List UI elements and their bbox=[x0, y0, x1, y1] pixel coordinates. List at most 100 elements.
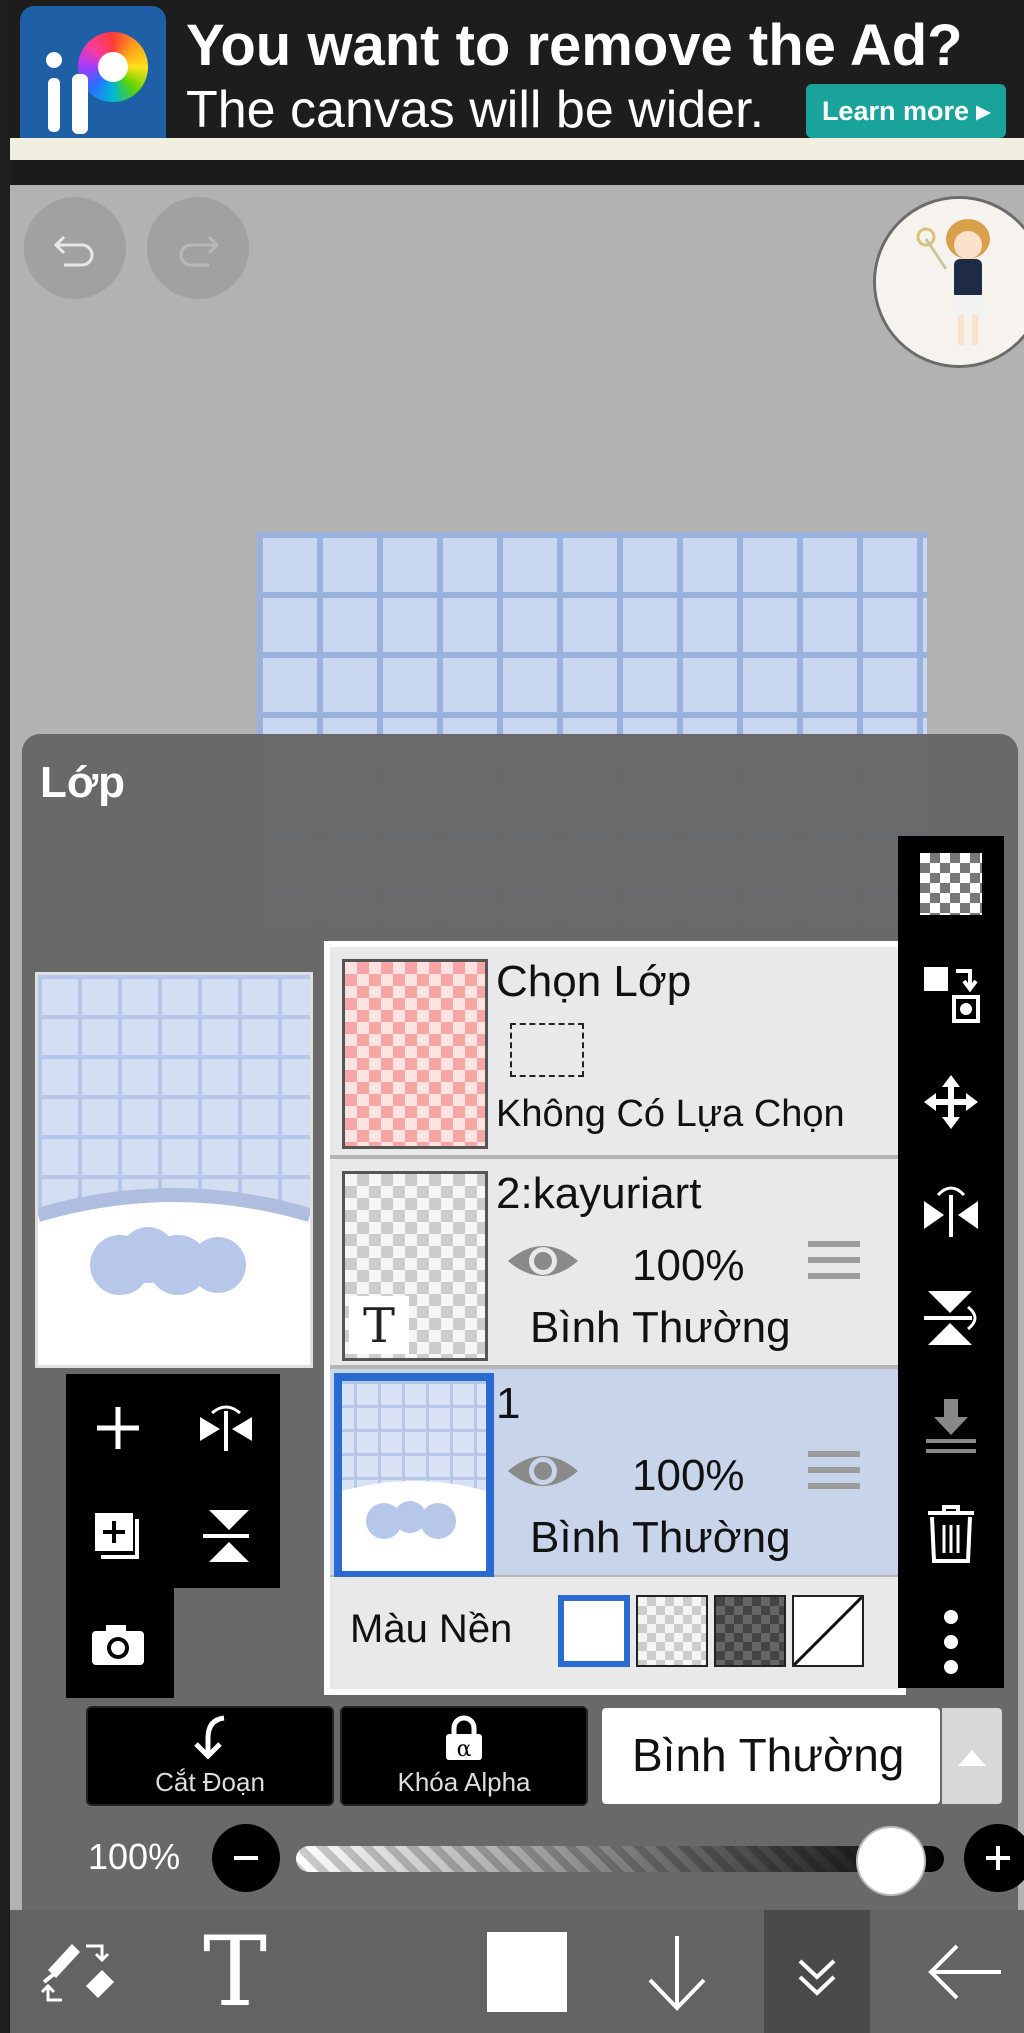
text-tool-icon: T bbox=[202, 1915, 268, 2028]
layer-panel: Lớp Chọn Lớp Không Có Lựa Chọn T 2:kayur… bbox=[22, 734, 1024, 1910]
ad-subtitle: The canvas will be wider. bbox=[186, 81, 765, 139]
background-dark-transparent-swatch[interactable] bbox=[714, 1595, 786, 1667]
layer-blend-mode[interactable]: Bình Thường bbox=[530, 1303, 791, 1353]
redo-button[interactable] bbox=[147, 197, 249, 299]
eye-icon[interactable] bbox=[506, 1237, 580, 1285]
flip-vertical-icon bbox=[924, 1291, 977, 1345]
layer-artwork-thumbnail bbox=[342, 1481, 486, 1571]
background-color-label: Màu Nền bbox=[350, 1607, 513, 1651]
drag-handle-icon[interactable] bbox=[808, 1241, 860, 1289]
opacity-decrease-button[interactable] bbox=[212, 1824, 280, 1892]
drag-handle-icon[interactable] bbox=[808, 1451, 860, 1499]
selection-marquee-icon bbox=[510, 1023, 584, 1077]
clipping-arrow-icon bbox=[194, 1715, 225, 1760]
opacity-slider[interactable] bbox=[296, 1846, 944, 1872]
layer-tools-right bbox=[898, 836, 1004, 1688]
clipping-label: Cắt Đoạn bbox=[155, 1767, 265, 1797]
blend-mode-dropdown-button[interactable] bbox=[942, 1708, 1002, 1804]
arrow-down-icon bbox=[648, 1935, 706, 2011]
text-layer-badge: T bbox=[349, 1296, 409, 1354]
arrow-left-icon bbox=[928, 1944, 1001, 1999]
background-color-row: Màu Nền bbox=[330, 1577, 900, 1689]
selection-status: Không Có Lựa Chọn bbox=[496, 1093, 845, 1135]
layer-name: 2:kayuriart bbox=[496, 1169, 702, 1218]
anime-girl-avatar-image bbox=[876, 199, 1024, 365]
layer-opacity[interactable]: 100% bbox=[632, 1241, 745, 1291]
blend-mode-value: Bình Thường bbox=[632, 1729, 905, 1781]
back-button[interactable] bbox=[910, 1910, 1020, 2033]
flip-layer-vertical-button[interactable] bbox=[911, 1278, 991, 1358]
plus-icon bbox=[986, 1846, 1010, 1870]
ibispaint-logo bbox=[20, 6, 166, 152]
learn-more-button[interactable]: Learn more ▸ bbox=[806, 84, 1006, 138]
layer-thumbnail bbox=[334, 1373, 494, 1579]
preview-artwork bbox=[38, 1188, 310, 1365]
selection-layer-row[interactable]: Chọn Lớp Không Có Lựa Chọn bbox=[330, 947, 900, 1159]
eye-icon[interactable] bbox=[506, 1447, 580, 1495]
more-vertical-icon bbox=[944, 1610, 958, 1674]
flip-horizontal-button[interactable] bbox=[186, 1388, 266, 1468]
move-icon bbox=[924, 1075, 978, 1129]
minus-icon bbox=[234, 1856, 258, 1860]
delete-layer-button[interactable] bbox=[911, 1494, 991, 1574]
color-picker-button[interactable] bbox=[472, 1910, 582, 2033]
brush-eraser-toggle-button[interactable] bbox=[24, 1910, 134, 2033]
blend-mode-select[interactable]: Bình Thường bbox=[602, 1708, 940, 1804]
background-transparent-swatch[interactable] bbox=[636, 1595, 708, 1667]
move-button[interactable] bbox=[911, 1062, 991, 1142]
more-options-button[interactable] bbox=[911, 1602, 991, 1682]
flip-vertical-button[interactable] bbox=[186, 1496, 266, 1576]
opacity-slider-thumb[interactable] bbox=[856, 1826, 926, 1896]
double-chevron-down-icon bbox=[798, 1959, 836, 1996]
camera-icon bbox=[92, 1625, 144, 1665]
screen-edge bbox=[0, 0, 10, 2033]
plus-icon bbox=[97, 1407, 139, 1449]
layer-list: Chọn Lớp Không Có Lựa Chọn T 2:kayuriart… bbox=[324, 941, 906, 1695]
move-layer-down-button[interactable] bbox=[622, 1910, 732, 2033]
alpha-lock-icon: α bbox=[446, 1715, 482, 1762]
layer-name: 1 bbox=[496, 1379, 521, 1428]
layer-blend-mode[interactable]: Bình Thường bbox=[530, 1513, 791, 1563]
bottom-toolbar: T bbox=[10, 1910, 1024, 2033]
trash-icon bbox=[928, 1505, 974, 1563]
undo-button[interactable] bbox=[24, 197, 126, 299]
flip-horizontal-icon bbox=[200, 1405, 252, 1451]
duplicate-layer-icon bbox=[95, 1513, 139, 1559]
add-layer-button[interactable] bbox=[78, 1388, 158, 1468]
flip-layer-horizontal-button[interactable] bbox=[911, 1170, 991, 1250]
layer-thumbnail: T bbox=[342, 1171, 488, 1361]
profile-avatar[interactable] bbox=[873, 196, 1024, 368]
opacity-increase-button[interactable] bbox=[964, 1824, 1024, 1892]
duplicate-layer-button[interactable] bbox=[78, 1496, 158, 1576]
layer-row-selected[interactable]: 1 100% Bình Thường bbox=[330, 1369, 900, 1579]
background-white-swatch[interactable] bbox=[558, 1595, 630, 1667]
layer-row[interactable]: T 2:kayuriart 100% Bình Thường bbox=[330, 1159, 900, 1369]
background-none-swatch[interactable] bbox=[792, 1595, 864, 1667]
layer-panel-toggle-button[interactable] bbox=[764, 1910, 870, 2033]
selection-layer-thumbnail bbox=[342, 959, 488, 1149]
layer-name: Chọn Lớp bbox=[496, 957, 692, 1006]
checkerboard-icon bbox=[920, 853, 982, 915]
alpha-lock-button[interactable]: α Khóa Alpha bbox=[340, 1706, 588, 1806]
transparency-checker-button[interactable] bbox=[911, 844, 991, 924]
merge-down-button[interactable] bbox=[911, 1386, 991, 1466]
canvas-preview[interactable] bbox=[35, 972, 313, 1368]
opacity-label: 100% bbox=[88, 1836, 181, 1877]
undo-icon bbox=[53, 235, 94, 267]
text-tool-button[interactable]: T bbox=[180, 1910, 290, 2033]
caret-up-icon bbox=[958, 1750, 986, 1766]
current-color-swatch bbox=[487, 1931, 567, 2012]
swap-layer-button[interactable] bbox=[911, 954, 991, 1034]
alpha-lock-label: Khóa Alpha bbox=[397, 1767, 531, 1797]
alpha-glyph: α bbox=[457, 1737, 472, 1762]
ad-divider bbox=[10, 138, 1024, 160]
layer-opacity[interactable]: 100% bbox=[632, 1451, 745, 1501]
camera-button[interactable] bbox=[78, 1604, 158, 1684]
ad-banner[interactable]: You want to remove the Ad? The canvas wi… bbox=[10, 0, 1024, 160]
merge-down-icon bbox=[926, 1399, 976, 1453]
swap-icon bbox=[924, 967, 980, 1023]
clipping-button[interactable]: Cắt Đoạn bbox=[86, 1706, 334, 1806]
panel-title: Lớp bbox=[40, 758, 126, 807]
redo-icon bbox=[179, 235, 220, 267]
flip-vertical-icon bbox=[203, 1510, 249, 1562]
